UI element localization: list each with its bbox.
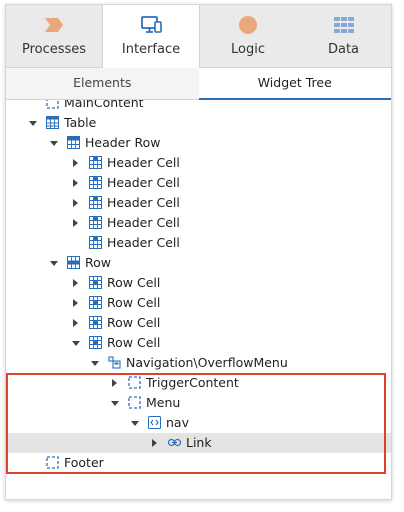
container-icon: [46, 456, 59, 469]
container-icon: [46, 100, 59, 109]
link-icon: [167, 436, 182, 449]
tree-node[interactable]: Header Row: [6, 133, 391, 153]
header-cell-icon: [89, 156, 102, 169]
tab-logic[interactable]: Logic: [200, 5, 296, 67]
container-icon: [128, 376, 141, 389]
interface-icon: [141, 16, 162, 33]
tree-node-label: Footer: [64, 455, 104, 470]
tree-node[interactable]: Header Cell: [6, 213, 391, 233]
tree-node-label: Header Cell: [107, 175, 180, 190]
tab-interface-label: Interface: [121, 42, 181, 57]
header-cell-icon: [89, 176, 102, 189]
collapse-arrow-icon[interactable]: [91, 361, 99, 366]
tree-node[interactable]: Link: [6, 433, 391, 453]
collapse-arrow-icon[interactable]: [111, 401, 119, 406]
header-row-icon: [67, 136, 80, 149]
tree-node[interactable]: MainContent: [6, 100, 391, 113]
tree-node-label: Header Cell: [107, 155, 180, 170]
table-icon: [46, 116, 59, 129]
row-cell-icon: [89, 336, 102, 349]
header-cell-icon: [89, 196, 102, 209]
tree-node[interactable]: Header Cell: [6, 153, 391, 173]
tab-data-label: Data: [327, 42, 360, 57]
tree-node-label: nav: [166, 415, 189, 430]
tree-node[interactable]: TriggerContent: [6, 373, 391, 393]
tree-node[interactable]: Row: [6, 253, 391, 273]
data-icon: [333, 17, 354, 33]
processes-icon: [45, 18, 63, 32]
tree-node[interactable]: Header Cell: [6, 233, 391, 253]
tab-logic-label: Logic: [231, 42, 265, 57]
expand-arrow-icon[interactable]: [152, 439, 157, 447]
expand-arrow-icon[interactable]: [112, 379, 117, 387]
container-icon: [128, 396, 141, 409]
tree-node[interactable]: nav: [6, 413, 391, 433]
tree-node-label: Header Cell: [107, 235, 180, 250]
row-cell-icon: [89, 276, 102, 289]
collapse-arrow-icon[interactable]: [50, 141, 58, 146]
tree-node-label: Row Cell: [107, 295, 161, 310]
collapse-arrow-icon[interactable]: [131, 421, 139, 426]
tab-interface[interactable]: Interface: [102, 5, 200, 68]
tree-node-label: Row Cell: [107, 275, 161, 290]
row-cell-icon: [89, 316, 102, 329]
html-element-icon: [148, 416, 161, 429]
tree-node-label: Row: [85, 255, 111, 270]
tab-processes[interactable]: Processes: [6, 5, 102, 67]
expand-arrow-icon[interactable]: [73, 279, 78, 287]
row-icon: [67, 256, 80, 269]
tab-widget-tree[interactable]: Widget Tree: [198, 68, 391, 100]
tree-node[interactable]: Row Cell: [6, 293, 391, 313]
tab-elements[interactable]: Elements: [6, 68, 199, 99]
expand-arrow-icon[interactable]: [73, 299, 78, 307]
expand-arrow-icon[interactable]: [73, 159, 78, 167]
tree-node-label: Table: [64, 115, 97, 130]
tree-node-label: Menu: [146, 395, 181, 410]
collapse-arrow-icon[interactable]: [72, 341, 80, 346]
header-cell-icon: [89, 216, 102, 229]
collapse-arrow-icon[interactable]: [29, 121, 37, 126]
tab-processes-label: Processes: [21, 42, 87, 57]
tree-node-label: TriggerContent: [146, 375, 239, 390]
header-cell-icon: [89, 236, 102, 249]
tree-node[interactable]: Header Cell: [6, 193, 391, 213]
tree-node-label: Header Cell: [107, 215, 180, 230]
sub-tab-bar: Elements Widget Tree: [6, 68, 391, 100]
tree-node[interactable]: Row Cell: [6, 333, 391, 353]
tree-node[interactable]: Navigation\OverflowMenu: [6, 353, 391, 373]
row-cell-icon: [89, 296, 102, 309]
logic-icon: [239, 16, 257, 34]
tree-node-label: Header Row: [85, 135, 161, 150]
expand-arrow-icon[interactable]: [73, 219, 78, 227]
tree-node-label: Row Cell: [107, 315, 161, 330]
tree-node[interactable]: Row Cell: [6, 273, 391, 293]
collapse-arrow-icon[interactable]: [50, 261, 58, 266]
tree-node[interactable]: Footer: [6, 453, 391, 473]
tree-node-label: MainContent: [64, 100, 144, 110]
tab-data[interactable]: Data: [296, 5, 391, 67]
block-icon: [108, 356, 121, 369]
expand-arrow-icon[interactable]: [73, 319, 78, 327]
widget-tree-panel: Processes Interface Logic Data Elements …: [5, 4, 392, 500]
widget-tree: MainContent Table Header Row Header Cell Hea…: [6, 100, 391, 499]
tree-node[interactable]: Header Cell: [6, 173, 391, 193]
expand-arrow-icon[interactable]: [73, 179, 78, 187]
top-tab-bar: Processes Interface Logic Data: [6, 5, 391, 68]
tree-node-label: Row Cell: [107, 335, 161, 350]
tree-node-label: Header Cell: [107, 195, 180, 210]
tree-node-label: Link: [186, 435, 212, 450]
tree-node[interactable]: Table: [6, 113, 391, 133]
tree-node-label: Navigation\OverflowMenu: [126, 355, 288, 370]
expand-arrow-icon[interactable]: [73, 199, 78, 207]
tree-node[interactable]: Row Cell: [6, 313, 391, 333]
tree-node[interactable]: Menu: [6, 393, 391, 413]
